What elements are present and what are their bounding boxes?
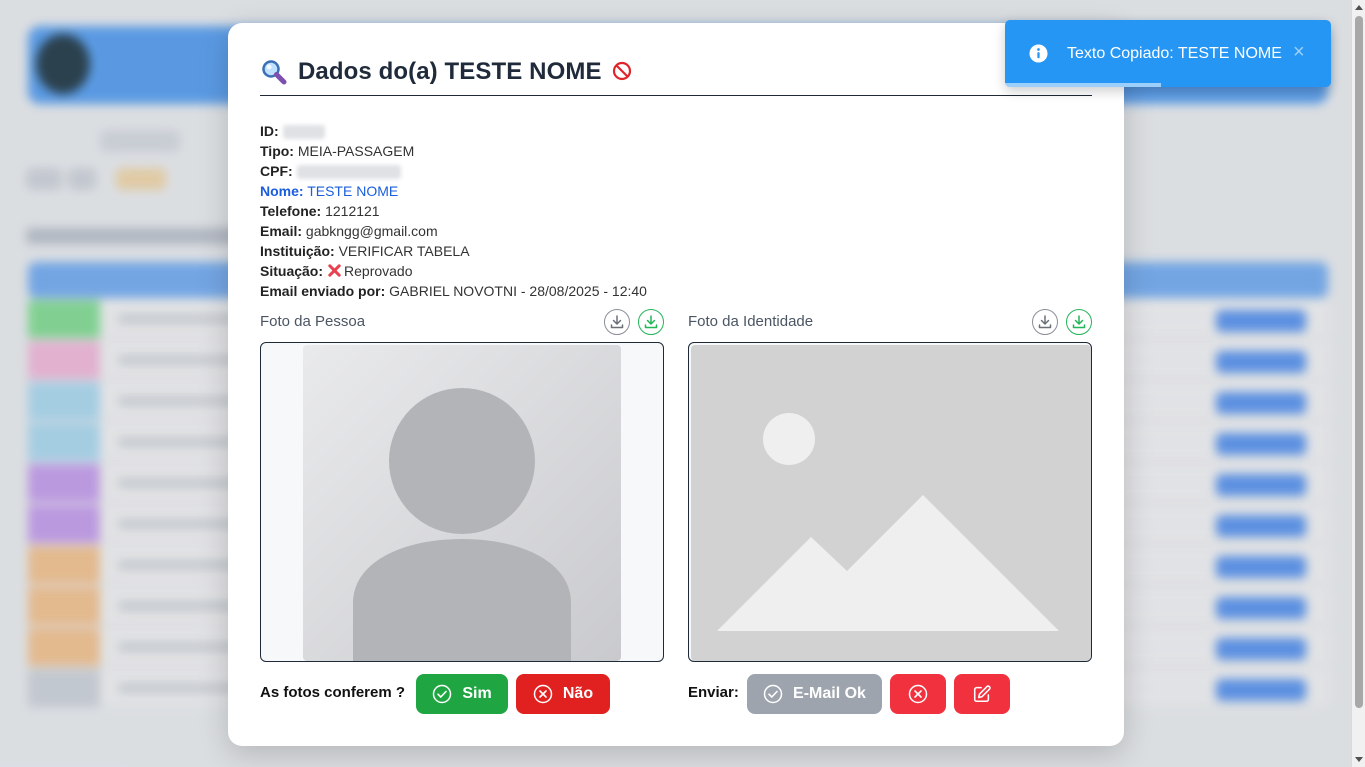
field-label: Email: xyxy=(260,223,303,239)
send-reject-button[interactable] xyxy=(890,674,946,714)
download-person-photo-alt-button[interactable] xyxy=(638,309,664,335)
field-label: Nome: xyxy=(260,183,304,199)
download-identity-photo-alt-button[interactable] xyxy=(1066,309,1092,335)
photos-match-yes-button[interactable]: Sim xyxy=(416,674,508,714)
download-icon xyxy=(1072,315,1086,329)
field-value: Reprovado xyxy=(344,263,413,279)
redacted-value xyxy=(282,125,325,140)
send-label: Enviar: xyxy=(688,684,739,701)
button-label: Sim xyxy=(462,685,492,702)
download-person-photo-button[interactable] xyxy=(604,309,630,335)
image-placeholder-icon xyxy=(691,345,1091,661)
field-value: VERIFICAR TABELA xyxy=(338,243,470,259)
field-email-enviado[interactable]: Email enviado por: GABRIEL NOVOTNI - 28/… xyxy=(260,281,647,301)
magnifier-icon xyxy=(262,60,287,85)
toast-message: Texto Copiado: TESTE NOME xyxy=(1067,45,1282,62)
field-cpf[interactable]: CPF: xyxy=(260,161,647,181)
edit-icon xyxy=(973,685,991,703)
field-label: CPF: xyxy=(260,163,293,179)
download-icon xyxy=(1038,315,1052,329)
scrollbar-thumb[interactable] xyxy=(1355,16,1363,708)
field-instituicao[interactable]: Instituição: VERIFICAR TABELA xyxy=(260,241,647,261)
modal-title-bar: Dados do(a) TESTE NOME xyxy=(260,57,1092,96)
field-tipo[interactable]: Tipo: MEIA-PASSAGEM xyxy=(260,141,647,161)
field-email[interactable]: Email: gabkngg@gmail.com xyxy=(260,221,647,241)
red-x-icon xyxy=(328,264,341,277)
toast-close-button[interactable]: × xyxy=(1293,42,1305,62)
field-value: 1212121 xyxy=(325,203,380,219)
field-value: GABRIEL NOVOTNI - 28/08/2025 - 12:40 xyxy=(389,283,647,299)
field-situacao[interactable]: Situação: Reprovado xyxy=(260,261,647,281)
check-circle-icon xyxy=(433,684,452,704)
info-icon xyxy=(1029,44,1048,63)
identity-photo[interactable] xyxy=(688,342,1092,662)
field-label: Email enviado por: xyxy=(260,283,386,299)
person-photo[interactable] xyxy=(260,342,664,662)
photos-match-no-button[interactable]: Não xyxy=(516,674,610,714)
page-scrollbar[interactable] xyxy=(1351,0,1365,767)
modal-title: Dados do(a) TESTE NOME xyxy=(298,58,602,85)
edit-button[interactable] xyxy=(954,674,1010,714)
download-icon xyxy=(644,315,658,329)
field-id[interactable]: ID: xyxy=(260,121,647,141)
email-ok-button[interactable]: E-Mail Ok xyxy=(747,674,882,714)
field-telefone[interactable]: Telefone: 1212121 xyxy=(260,201,647,221)
person-placeholder-image xyxy=(303,345,621,661)
field-value: gabkngg@gmail.com xyxy=(305,223,438,239)
scroll-down-arrow[interactable] xyxy=(1355,757,1363,762)
field-label: Tipo: xyxy=(260,143,294,159)
person-photo-label: Foto da Pessoa xyxy=(260,313,366,330)
field-value: MEIA-PASSAGEM xyxy=(297,143,415,159)
details-modal: Dados do(a) TESTE NOME ID: Tipo: MEIA-PA… xyxy=(228,23,1124,746)
photos-match-label: As fotos conferem ? xyxy=(260,684,406,701)
field-label: ID: xyxy=(260,123,279,139)
toast-progress-bar xyxy=(1005,83,1162,87)
field-value: TESTE NOME xyxy=(307,183,399,199)
download-icon xyxy=(610,315,624,329)
field-label: Telefone: xyxy=(260,203,322,219)
field-label: Instituição: xyxy=(260,243,335,259)
button-label: Não xyxy=(562,685,594,702)
download-identity-photo-button[interactable] xyxy=(1032,309,1058,335)
copied-toast: Texto Copiado: TESTE NOME × xyxy=(1005,20,1331,87)
prohibited-icon xyxy=(612,61,631,81)
check-circle-icon xyxy=(763,684,783,704)
redacted-value xyxy=(296,165,401,180)
x-circle-icon xyxy=(533,684,553,704)
identity-photo-label: Foto da Identidade xyxy=(688,313,814,330)
info-list: ID: Tipo: MEIA-PASSAGEM CPF: Nome: TESTE… xyxy=(260,121,647,301)
field-nome[interactable]: Nome: TESTE NOME xyxy=(260,181,647,201)
button-label: E-Mail Ok xyxy=(793,685,866,702)
field-label: Situação: xyxy=(260,263,324,279)
scroll-up-arrow[interactable] xyxy=(1355,5,1363,10)
x-circle-icon xyxy=(908,684,928,704)
